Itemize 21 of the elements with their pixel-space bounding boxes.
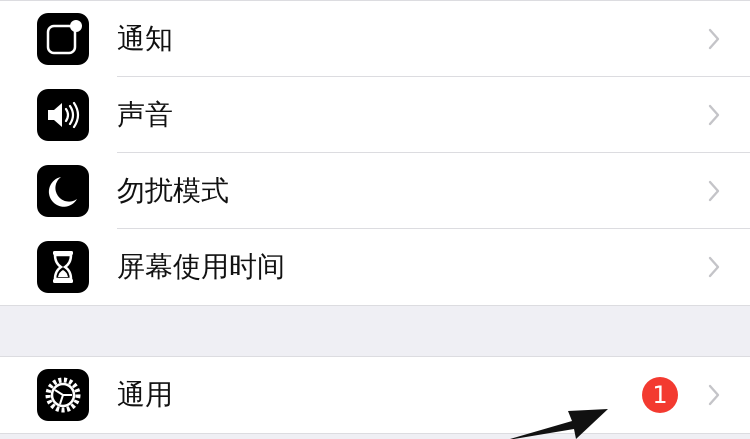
chevron-icon	[708, 104, 720, 126]
row-label: 勿扰模式	[117, 172, 229, 208]
speaker-icon	[37, 89, 89, 141]
notification-icon	[37, 13, 89, 65]
moon-icon	[37, 165, 89, 217]
chevron-icon	[708, 180, 720, 202]
row-label: 声音	[117, 96, 173, 132]
notification-badge: 1	[642, 377, 678, 413]
chevron-icon	[708, 384, 720, 406]
chevron-icon	[708, 28, 720, 50]
settings-row[interactable]: 声音	[0, 77, 750, 153]
settings-row[interactable]: 通知	[0, 1, 750, 77]
gear-icon	[37, 369, 89, 421]
row-label: 通用	[117, 377, 173, 413]
settings-row[interactable]: 勿扰模式	[0, 153, 750, 229]
row-label: 屏幕使用时间	[117, 249, 285, 285]
row-label: 通知	[117, 20, 173, 56]
settings-row[interactable]: 屏幕使用时间	[0, 229, 750, 305]
hourglass-icon	[37, 241, 89, 293]
chevron-icon	[708, 256, 720, 278]
settings-row[interactable]: 通用 1	[0, 357, 750, 433]
